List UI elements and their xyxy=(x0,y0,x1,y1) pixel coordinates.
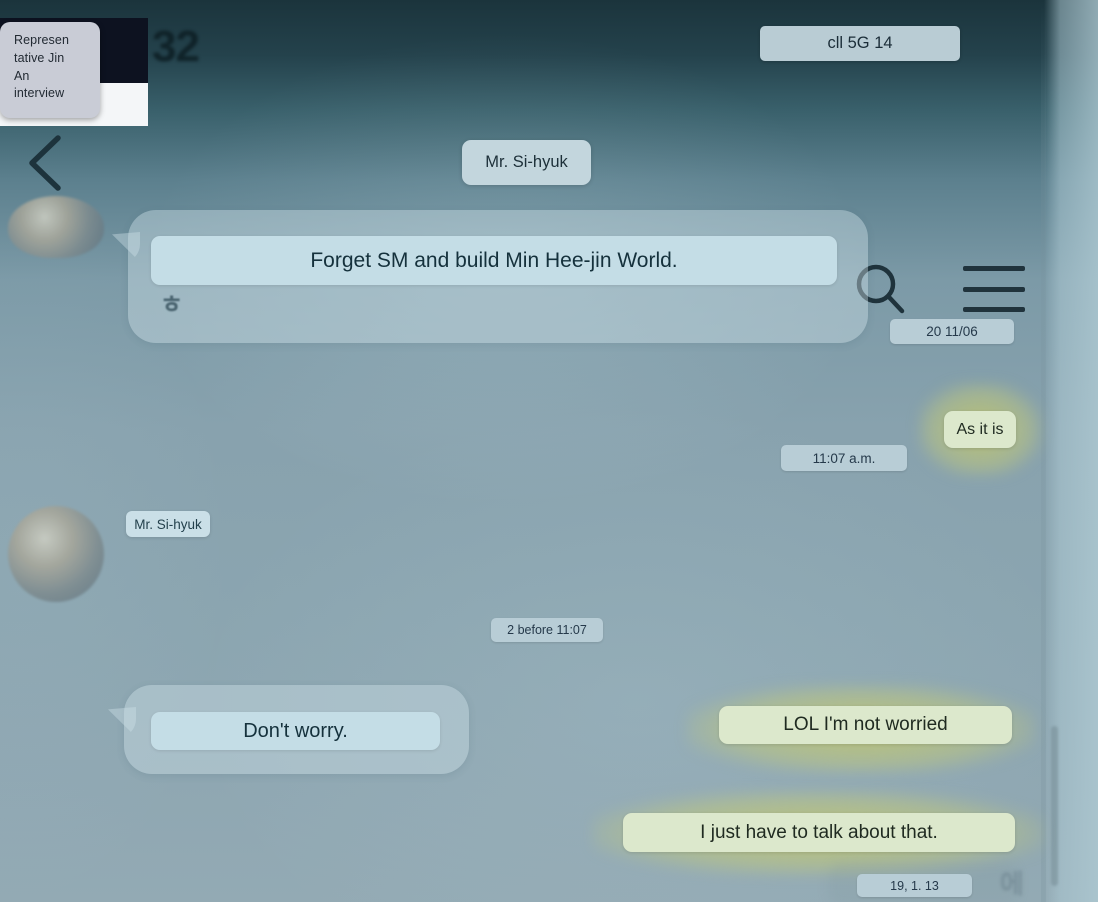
avatar[interactable] xyxy=(8,196,104,258)
message-bubble[interactable]: I just have to talk about that. xyxy=(623,813,1015,852)
sender-name-tag: Mr. Si-hyuk xyxy=(126,511,210,537)
menu-line-3 xyxy=(963,307,1025,312)
message-bubble: Forget SM and build Min Hee-jin World. xyxy=(151,236,837,285)
message-timestamp: 11:07 a.m. xyxy=(781,445,907,471)
page-title-text: Mr. Si-hyuk xyxy=(485,153,568,171)
message-bubble[interactable]: LOL I'm not worried xyxy=(719,706,1012,744)
status-bar-pill: cll 5G 14 xyxy=(760,26,960,61)
partial-hangul-glyph: 에 xyxy=(1000,869,1024,899)
hamburger-menu-icon[interactable] xyxy=(963,266,1025,312)
scrollbar-thumb[interactable] xyxy=(1051,726,1058,886)
timestamp-text: 20 11/06 xyxy=(926,324,978,339)
chat-screen: Represen tative Jin An interview 32 cll … xyxy=(0,0,1098,902)
timestamp-text: 2 before 11:07 xyxy=(507,623,587,637)
page-title: Mr. Si-hyuk xyxy=(462,140,591,185)
reaction-hangul: ㅎ xyxy=(160,291,184,319)
status-bar-text: cll 5G 14 xyxy=(827,34,893,52)
message-text: I just have to talk about that. xyxy=(700,821,938,843)
message-row-incoming[interactable]: Don't worry. xyxy=(124,685,469,774)
timestamp-text: 11:07 a.m. xyxy=(812,450,876,466)
message-bubble[interactable]: As it is xyxy=(944,411,1016,448)
avatar[interactable] xyxy=(8,506,104,602)
message-text: As it is xyxy=(956,420,1004,438)
blurred-background-title: 32 xyxy=(152,22,200,71)
sender-name-text: Mr. Si-hyuk xyxy=(134,516,202,532)
chevron-left-icon[interactable] xyxy=(22,132,68,194)
menu-line-2 xyxy=(963,286,1025,292)
message-text: LOL I'm not worried xyxy=(783,714,948,735)
message-text: Forget SM and build Min Hee-jin World. xyxy=(310,248,678,272)
message-row-incoming[interactable]: Forget SM and build Min Hee-jin World. ㅎ xyxy=(128,210,868,343)
message-timestamp: 20 11/06 xyxy=(890,319,1014,344)
overlay-card-text: Represen tative Jin An interview xyxy=(14,33,69,101)
message-text: Don't worry. xyxy=(243,719,348,742)
message-bubble: Don't worry. xyxy=(151,712,440,750)
representative-jin-interview-card[interactable]: Represen tative Jin An interview xyxy=(0,22,100,118)
message-timestamp: 19, 1. 13 xyxy=(857,874,972,897)
timestamp-text: 19, 1. 13 xyxy=(890,878,939,893)
menu-line-1 xyxy=(963,266,1025,271)
message-timestamp: 2 before 11:07 xyxy=(491,618,603,642)
